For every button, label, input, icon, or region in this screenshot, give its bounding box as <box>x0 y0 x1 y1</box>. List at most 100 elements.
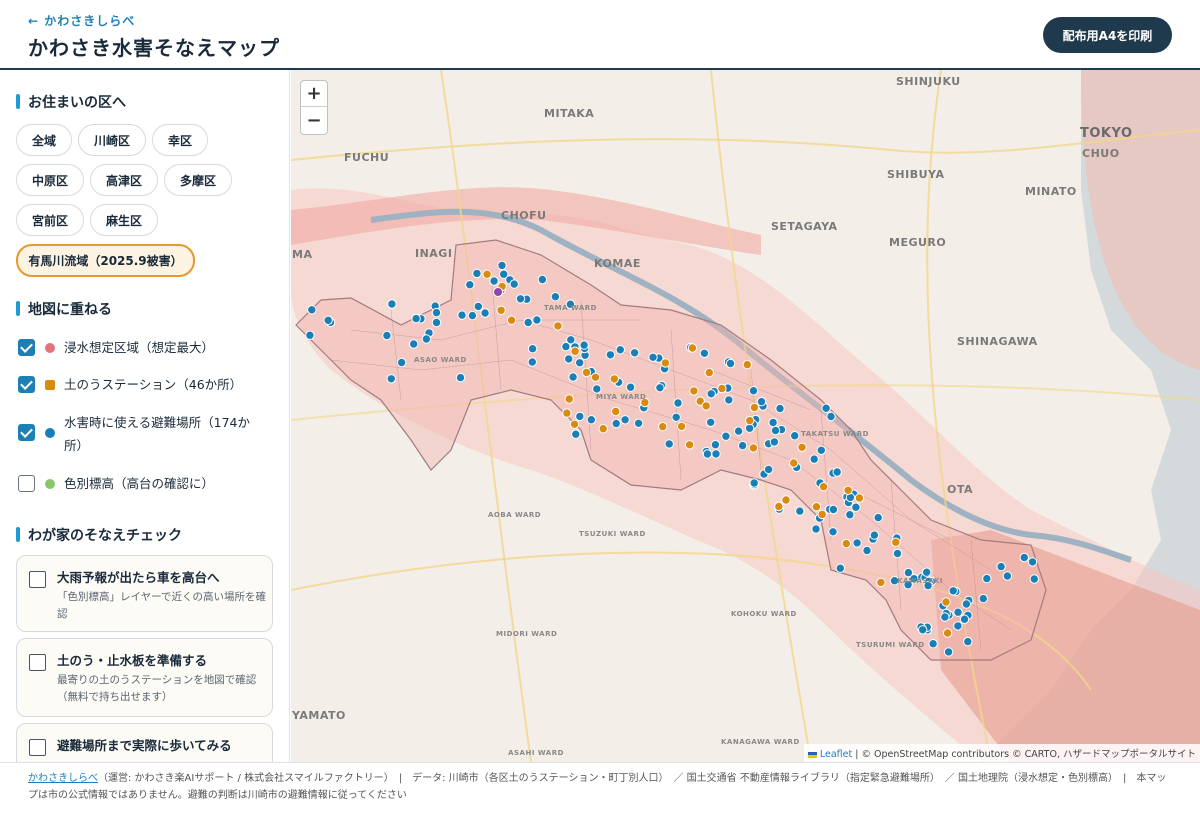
sandbag-marker[interactable] <box>841 538 851 549</box>
shelter-marker[interactable] <box>862 545 872 556</box>
shelter-marker[interactable] <box>961 599 972 609</box>
shelter-marker[interactable] <box>852 538 862 548</box>
shelter-marker[interactable] <box>873 512 883 523</box>
sandbag-marker[interactable] <box>581 367 592 378</box>
sandbag-marker[interactable] <box>891 537 901 547</box>
shelter-marker[interactable] <box>845 510 855 520</box>
shelter-marker[interactable] <box>467 310 478 321</box>
shelter-marker[interactable] <box>892 548 903 559</box>
footer-home-link[interactable]: かわさきしらべ <box>28 773 98 784</box>
shelter-marker[interactable] <box>480 308 490 318</box>
back-link[interactable]: ← かわさきしらべ <box>28 12 135 29</box>
sandbag-marker[interactable] <box>742 359 752 370</box>
shelter-marker[interactable] <box>671 412 681 422</box>
sandbag-marker[interactable] <box>506 315 517 325</box>
shelter-marker[interactable] <box>711 449 721 459</box>
sandbag-marker[interactable] <box>942 628 953 638</box>
shelter-marker[interactable] <box>775 403 785 414</box>
shelter-marker[interactable] <box>323 315 333 326</box>
shelter-marker[interactable] <box>721 431 731 441</box>
sandbag-marker[interactable] <box>789 458 799 468</box>
sandbag-marker[interactable] <box>748 443 759 453</box>
shelter-marker[interactable] <box>1002 571 1013 581</box>
layer-row-flood[interactable]: 浸水想定区域（想定最大） <box>18 336 280 359</box>
shelter-marker[interactable] <box>710 440 721 450</box>
ward-button-tama[interactable]: 多摩区 <box>164 164 232 196</box>
shelter-marker[interactable] <box>869 530 880 540</box>
shelter-marker[interactable] <box>611 418 621 429</box>
sandbag-marker[interactable] <box>704 367 714 378</box>
check-car-checkbox[interactable] <box>29 571 46 588</box>
shelter-marker[interactable] <box>1027 557 1038 567</box>
sandbag-marker[interactable] <box>843 485 853 495</box>
shelter-marker[interactable] <box>629 348 640 358</box>
sandbag-marker[interactable] <box>818 482 829 492</box>
shelter-marker[interactable] <box>431 317 442 328</box>
shelter-marker[interactable] <box>515 294 526 304</box>
shelter-marker[interactable] <box>625 382 636 392</box>
sandbag-marker[interactable] <box>496 305 506 316</box>
shelter-marker[interactable] <box>664 439 674 449</box>
shelter-marker[interactable] <box>733 426 744 436</box>
shelter-marker[interactable] <box>579 340 589 350</box>
shelter-marker[interactable] <box>561 341 571 352</box>
shelter-marker[interactable] <box>978 593 988 604</box>
ward-button-nakahara[interactable]: 中原区 <box>16 164 84 196</box>
sandbag-marker[interactable] <box>564 394 574 404</box>
shelter-marker[interactable] <box>620 415 630 425</box>
leaflet-link[interactable]: Leaflet <box>820 749 852 760</box>
shelter-marker[interactable] <box>828 504 839 515</box>
shelter-marker[interactable] <box>948 586 958 596</box>
shelter-marker[interactable] <box>922 567 932 577</box>
sandbag-marker[interactable] <box>658 421 668 432</box>
shelter-marker[interactable] <box>809 454 819 464</box>
shelter-marker[interactable] <box>996 561 1006 572</box>
shelter-marker[interactable] <box>811 524 821 534</box>
shelter-marker[interactable] <box>770 425 781 436</box>
ward-button-miyamae[interactable]: 宮前区 <box>16 204 84 236</box>
selected-marker[interactable] <box>493 287 503 297</box>
shelter-marker[interactable] <box>575 358 585 368</box>
shelter-marker[interactable] <box>953 607 963 617</box>
shelter-marker[interactable] <box>959 614 970 624</box>
ward-button-kawasaki[interactable]: 川崎区 <box>78 124 146 156</box>
shelter-marker[interactable] <box>756 396 767 407</box>
shelter-marker[interactable] <box>826 411 836 422</box>
shelter-marker[interactable] <box>457 310 467 320</box>
shelter-marker[interactable] <box>1019 552 1029 563</box>
shelter-marker[interactable] <box>851 502 861 512</box>
layer-sandbag-checkbox[interactable] <box>18 376 35 393</box>
shelter-marker[interactable] <box>768 417 778 428</box>
shelter-marker[interactable] <box>431 307 442 318</box>
shelter-marker[interactable] <box>564 354 574 364</box>
shelter-marker[interactable] <box>655 383 665 393</box>
check-card-walk[interactable]: 避難場所まで実際に歩いてみる <box>16 723 273 762</box>
shelter-marker[interactable] <box>386 374 397 384</box>
sandbag-marker[interactable] <box>676 421 687 432</box>
layer-shelter-checkbox[interactable] <box>18 424 35 441</box>
shelter-marker[interactable] <box>790 431 800 441</box>
shelter-marker[interactable] <box>737 440 748 451</box>
shelter-marker[interactable] <box>724 395 734 405</box>
sandbag-marker[interactable] <box>774 501 784 512</box>
shelter-marker[interactable] <box>571 429 581 439</box>
shelter-marker[interactable] <box>706 417 716 427</box>
shelter-marker[interactable] <box>421 334 432 344</box>
shelter-marker[interactable] <box>615 345 625 355</box>
arima-river-button[interactable]: 有馬川流域（2025.9被害） <box>16 244 195 277</box>
shelter-marker[interactable] <box>509 279 519 289</box>
shelter-marker[interactable] <box>748 386 759 396</box>
shelter-marker[interactable] <box>918 625 928 635</box>
shelter-marker[interactable] <box>465 280 475 290</box>
shelter-marker[interactable] <box>795 506 805 516</box>
shelter-marker[interactable] <box>699 348 710 358</box>
shelter-marker[interactable] <box>673 398 683 408</box>
shelter-marker[interactable] <box>982 573 992 584</box>
shelter-marker[interactable] <box>472 268 482 279</box>
layer-row-shelter[interactable]: 水害時に使える避難場所（174か所） <box>18 411 280 457</box>
shelter-marker[interactable] <box>828 527 838 537</box>
sandbag-marker[interactable] <box>660 358 671 368</box>
shelter-marker[interactable] <box>411 313 421 324</box>
sandbag-marker[interactable] <box>689 386 699 396</box>
shelter-marker[interactable] <box>382 330 392 341</box>
